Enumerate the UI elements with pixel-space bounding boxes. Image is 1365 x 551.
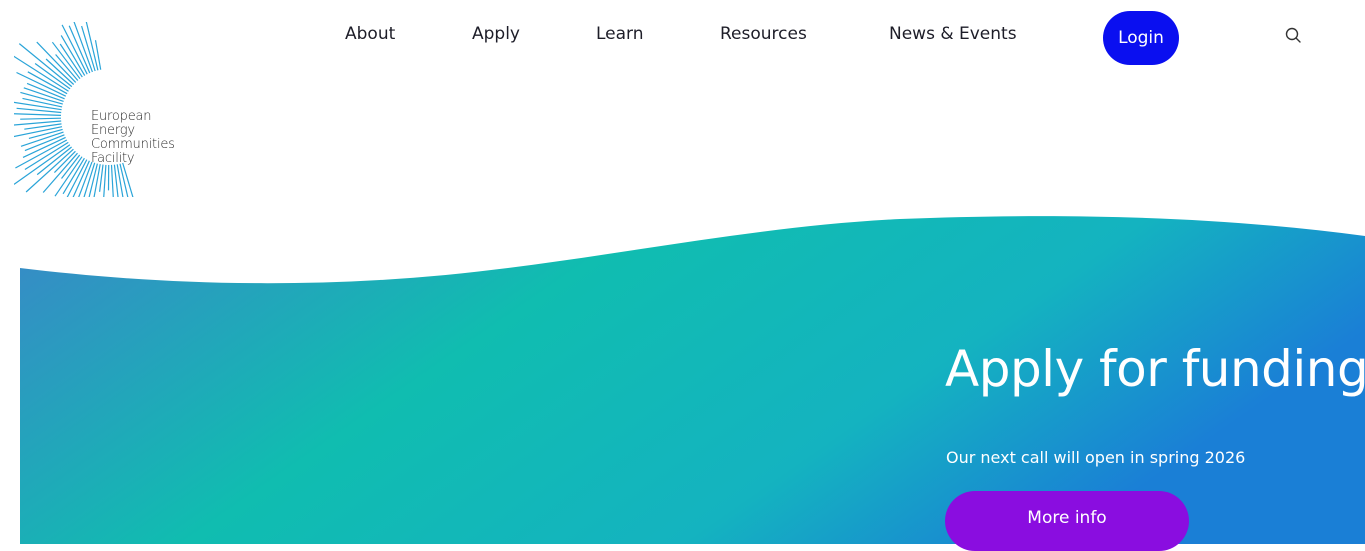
logo-ray bbox=[20, 118, 61, 119]
logo-ray bbox=[14, 121, 61, 127]
logo-ray bbox=[86, 164, 97, 197]
logo-line-facility: Facility bbox=[91, 152, 175, 166]
logo-line-energy: Energy bbox=[91, 124, 175, 138]
logo-line-communities: Communities bbox=[91, 138, 175, 152]
logo-ray bbox=[103, 165, 106, 197]
nav-item-learn[interactable]: Learn bbox=[596, 24, 644, 44]
nav-item-about[interactable]: About bbox=[345, 24, 395, 44]
logo-ray bbox=[112, 165, 115, 197]
nav-item-resources[interactable]: Resources bbox=[720, 24, 807, 44]
hero-title: Apply for funding bbox=[945, 340, 1365, 398]
logo-ray bbox=[62, 160, 87, 197]
login-button[interactable]: Login bbox=[1103, 11, 1179, 65]
main-navigation: About Apply Learn Resources News & Event… bbox=[0, 0, 1365, 80]
logo-ray bbox=[54, 151, 75, 172]
logo-ray bbox=[14, 113, 61, 115]
nav-item-apply[interactable]: Apply bbox=[472, 24, 520, 44]
logo-wordmark: European Energy Communities Facility bbox=[91, 110, 175, 166]
logo-ray bbox=[100, 165, 103, 192]
logo-ray bbox=[123, 163, 140, 197]
logo-ray bbox=[117, 164, 127, 197]
search-icon[interactable] bbox=[1284, 26, 1304, 46]
hero-subtitle: Our next call will open in spring 2026 bbox=[946, 448, 1245, 467]
more-info-button[interactable]: More info bbox=[945, 491, 1189, 551]
logo-line-european: European bbox=[91, 110, 175, 124]
logo-ray bbox=[62, 155, 80, 179]
nav-item-news-events[interactable]: News & Events bbox=[889, 24, 1017, 44]
